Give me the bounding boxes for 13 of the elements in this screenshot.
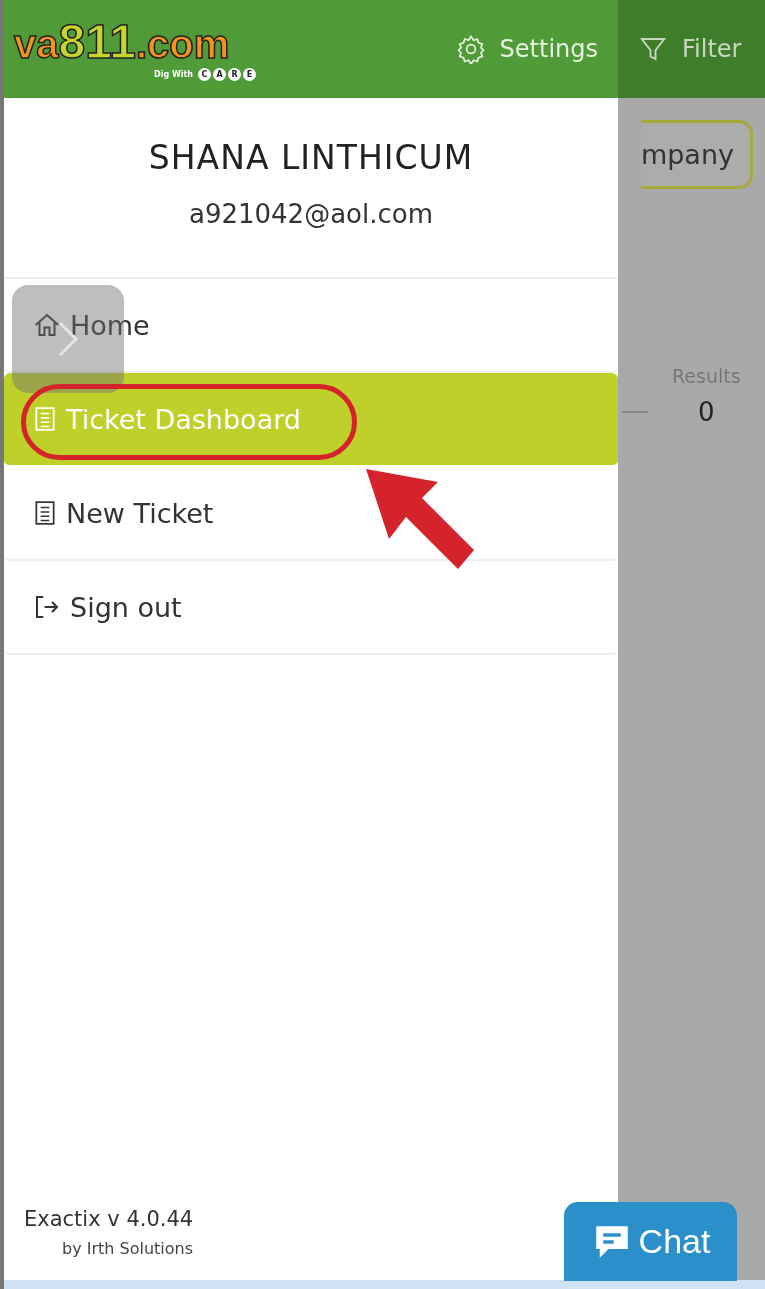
document-icon: [32, 404, 58, 434]
vendor-text: by Irth Solutions: [62, 1239, 195, 1258]
filter-button[interactable]: Filter: [638, 34, 742, 64]
settings-icon: [455, 34, 486, 64]
version-text: Exactix v 4.0.44: [24, 1207, 195, 1231]
chat-button[interactable]: Chat: [564, 1202, 737, 1281]
document-icon: [32, 498, 58, 528]
settings-button[interactable]: Settings: [451, 30, 602, 68]
logo: va811.com Dig With C A R E: [14, 17, 256, 81]
company-button[interactable]: mpany: [640, 120, 753, 189]
user-email: a921042@aol.com: [188, 199, 433, 229]
results-count: 0: [698, 397, 715, 427]
user-name: SHANA LINTHICUM: [148, 138, 474, 177]
